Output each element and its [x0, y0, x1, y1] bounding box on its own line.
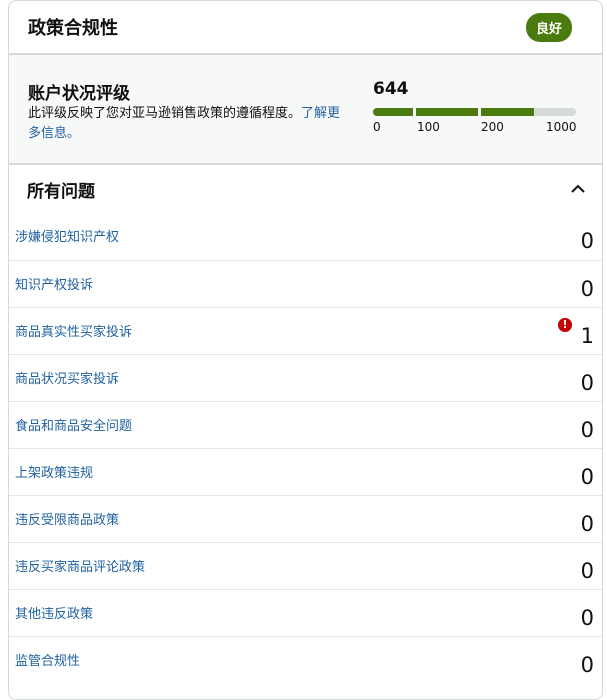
list-item: 其他违反政策 0: [9, 589, 602, 636]
issue-link[interactable]: 商品状况买家投诉: [15, 368, 119, 387]
issue-link[interactable]: 上架政策违规: [15, 462, 93, 481]
list-item: 上架政策违规 0: [9, 448, 602, 495]
account-health-title: 账户状况评级: [28, 84, 130, 104]
all-issues-title: 所有问题: [27, 181, 95, 202]
issue-count: 0: [580, 418, 594, 442]
issue-count: 0: [580, 559, 594, 583]
scale-tick: 200: [481, 120, 504, 134]
list-item: 监管合规性 0: [9, 636, 602, 683]
list-item: 商品状况买家投诉 0: [9, 354, 602, 401]
account-health-description: 此评级反映了您对亚马逊销售政策的遵循程度。了解更多信息。: [28, 104, 348, 144]
card-header: 政策合规性 良好: [9, 1, 602, 55]
issue-link[interactable]: 违反受限商品政策: [15, 509, 119, 528]
segment-fill: [416, 108, 478, 116]
segment-fill: [373, 108, 413, 116]
scale-tick: 0: [373, 120, 381, 134]
scale-tick: 1000: [546, 120, 577, 134]
list-item: 涉嫌侵犯知识产权 0: [9, 213, 602, 260]
issue-link[interactable]: 商品真实性买家投诉: [15, 321, 132, 340]
exclamation-icon: !: [558, 318, 572, 332]
health-score: 644: [373, 79, 409, 99]
issues-list: 涉嫌侵犯知识产权 0 知识产权投诉 0 商品真实性买家投诉 ! 1 商品状况买家…: [9, 213, 602, 683]
list-item: 违反买家商品评论政策 0: [9, 542, 602, 589]
score-segment-100-200: [416, 108, 478, 116]
issue-count: 1: [580, 324, 594, 348]
policy-compliance-card: 政策合规性 良好 账户状况评级 此评级反映了您对亚马逊销售政策的遵循程度。了解更…: [8, 0, 603, 700]
issue-count: 0: [580, 465, 594, 489]
chevron-up-icon[interactable]: [570, 182, 585, 196]
list-item: 食品和商品安全问题 0: [9, 401, 602, 448]
issue-link[interactable]: 涉嫌侵犯知识产权: [15, 226, 119, 245]
issue-count: 0: [580, 653, 594, 677]
issue-count: 0: [580, 371, 594, 395]
issue-link[interactable]: 食品和商品安全问题: [15, 415, 132, 434]
description-text: 此评级反映了您对亚马逊销售政策的遵循程度。: [28, 106, 302, 121]
issue-link[interactable]: 其他违反政策: [15, 603, 93, 622]
account-health-section: 账户状况评级 此评级反映了您对亚马逊销售政策的遵循程度。了解更多信息。 644 …: [9, 55, 602, 165]
list-item: 商品真实性买家投诉 ! 1: [9, 307, 602, 354]
all-issues-header[interactable]: 所有问题: [9, 165, 602, 213]
issue-link[interactable]: 监管合规性: [15, 650, 80, 669]
issue-count: 0: [580, 512, 594, 536]
score-segment-0-100: [373, 108, 413, 116]
status-badge: 良好: [525, 12, 572, 42]
card-title: 政策合规性: [28, 18, 118, 39]
score-segment-200-1000: [481, 108, 576, 116]
issue-count: 0: [580, 277, 594, 301]
list-item: 知识产权投诉 0: [9, 260, 602, 307]
list-item: 违反受限商品政策 0: [9, 495, 602, 542]
scale-tick: 100: [417, 120, 440, 134]
issue-link[interactable]: 违反买家商品评论政策: [15, 556, 145, 575]
issue-count: 0: [580, 606, 594, 630]
issue-count: 0: [580, 229, 594, 253]
segment-fill: [481, 108, 534, 116]
issue-link[interactable]: 知识产权投诉: [15, 274, 93, 293]
health-score-bar: [373, 108, 576, 116]
